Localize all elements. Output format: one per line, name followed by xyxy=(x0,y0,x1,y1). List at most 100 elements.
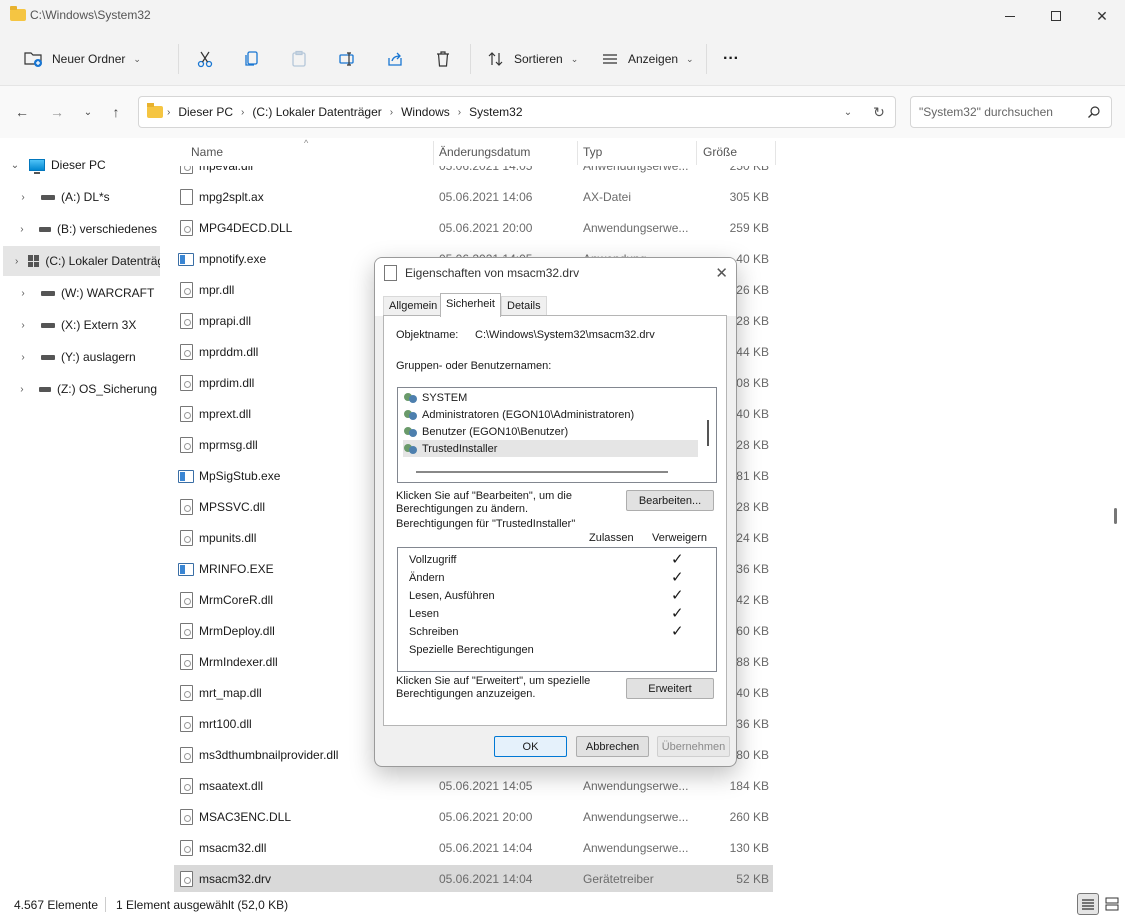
permission-row: Schreiben ✓ xyxy=(409,623,699,641)
nav-item-drive-b[interactable]: › (B:) verschiedenes xyxy=(0,214,157,244)
column-divider[interactable] xyxy=(577,141,578,165)
file-row[interactable]: mpg2splt.ax 05.06.2021 14:06 AX-Datei 305 K… xyxy=(174,183,773,211)
column-divider[interactable] xyxy=(775,141,776,165)
nav-item-drive-x[interactable]: › (X:) Extern 3X xyxy=(0,310,157,340)
view-label: Anzeigen xyxy=(628,52,679,66)
search-input[interactable]: "System32" durchsuchen xyxy=(910,96,1112,128)
minimize-button[interactable] xyxy=(987,0,1033,32)
column-divider[interactable] xyxy=(433,141,434,165)
group-item[interactable]: Administratoren (EGON10\Administratoren) xyxy=(403,406,698,423)
file-name: mprapi.dll xyxy=(199,314,252,328)
chevron-right-icon[interactable]: › xyxy=(15,352,31,363)
file-size: 40 KB xyxy=(736,252,769,266)
listbox-horizontal-scrollbar[interactable] xyxy=(416,471,668,473)
rename-button[interactable] xyxy=(332,44,362,74)
file-type: Anwendungserwe... xyxy=(583,810,689,824)
file-row[interactable]: msacm32.dll 05.06.2021 14:04 Anwendungserw… xyxy=(174,834,773,862)
recent-locations-button[interactable]: ⌄ xyxy=(76,100,100,124)
edit-button[interactable]: Bearbeiten... xyxy=(626,490,714,511)
edit-hint-line-1: Klicken Sie auf "Bearbeiten", um die xyxy=(396,490,572,502)
cut-button[interactable] xyxy=(190,44,220,74)
details-view-button[interactable] xyxy=(1077,893,1099,915)
file-date: 05.06.2021 14:06 xyxy=(439,190,533,204)
chevron-right-icon[interactable]: › xyxy=(15,192,31,203)
delete-button[interactable] xyxy=(428,44,458,74)
address-bar[interactable]: › Dieser PC › (C:) Lokaler Datenträger ›… xyxy=(138,96,896,128)
breadcrumb-system32[interactable]: System32 xyxy=(469,105,522,119)
cancel-button[interactable]: Abbrechen xyxy=(576,736,649,757)
file-row[interactable]: MSAC3ENC.DLL 05.06.2021 20:00 Anwendungser… xyxy=(174,803,773,831)
chevron-right-icon[interactable]: › xyxy=(15,256,18,267)
back-button[interactable]: ← xyxy=(10,100,34,124)
group-label: Administratoren (EGON10\Administratoren) xyxy=(422,408,635,421)
nav-item-drive-z[interactable]: › (Z:) OS_Sicherung xyxy=(0,374,157,404)
file-icon xyxy=(180,747,193,763)
breadcrumb-drive-c[interactable]: (C:) Lokaler Datenträger xyxy=(252,105,381,119)
nav-item-label: (C:) Lokaler Datenträger xyxy=(45,254,160,268)
file-row[interactable]: msacm32.drv 05.06.2021 14:04 Gerätetreiber… xyxy=(174,865,773,892)
column-header-date[interactable]: Änderungsdatum xyxy=(439,145,530,159)
nav-item-drive-w[interactable]: › (W:) WARCRAFT xyxy=(0,278,157,308)
arrow-right-icon: → xyxy=(50,104,64,120)
copy-button[interactable] xyxy=(237,44,267,74)
file-row[interactable]: msaatext.dll 05.06.2021 14:05 Anwendungser… xyxy=(174,772,773,800)
scrollbar-thumb[interactable] xyxy=(1114,508,1117,524)
apply-button[interactable]: Übernehmen xyxy=(657,736,730,757)
listbox-vertical-scrollbar[interactable] xyxy=(707,420,709,446)
group-item[interactable]: Benutzer (EGON10\Benutzer) xyxy=(403,423,698,440)
chevron-right-icon[interactable]: › xyxy=(15,224,29,235)
address-history-chevron-icon[interactable]: ⌄ xyxy=(833,107,863,118)
advanced-button[interactable]: Erweitert xyxy=(626,678,714,699)
column-header-size[interactable]: Größe xyxy=(703,145,737,159)
column-header-name[interactable]: Name xyxy=(191,145,223,159)
share-button[interactable] xyxy=(380,44,410,74)
close-icon[interactable]: ✕ xyxy=(715,264,728,282)
more-options-button[interactable]: ··· xyxy=(716,44,746,74)
file-icon xyxy=(180,499,193,515)
nav-item-this-pc[interactable]: ⌄ Dieser PC xyxy=(0,150,157,180)
file-icon xyxy=(180,716,193,732)
file-date: 05.06.2021 20:00 xyxy=(439,810,533,824)
file-icon xyxy=(180,654,193,670)
refresh-icon[interactable]: ↻ xyxy=(863,104,895,121)
users-icon xyxy=(403,425,419,439)
file-name: msacm32.drv xyxy=(199,872,272,886)
tiles-view-button[interactable] xyxy=(1101,893,1123,915)
forward-button[interactable]: → xyxy=(45,100,69,124)
nav-item-drive-a[interactable]: › (A:) DL*s xyxy=(0,182,157,212)
groups-listbox[interactable]: SYSTEM Administratoren (EGON10\Administr… xyxy=(397,387,717,483)
application-icon xyxy=(178,253,194,266)
column-header-type[interactable]: Typ xyxy=(583,145,602,159)
deny-check-icon: ✓ xyxy=(671,605,684,622)
nav-item-drive-y[interactable]: › (Y:) auslagern xyxy=(0,342,157,372)
file-size: 184 KB xyxy=(729,779,769,793)
new-folder-icon xyxy=(24,49,44,69)
chevron-right-icon[interactable]: › xyxy=(15,384,29,395)
group-item-selected[interactable]: TrustedInstaller xyxy=(403,440,698,457)
chevron-right-icon[interactable]: › xyxy=(15,320,31,331)
sort-button[interactable]: Sortieren ⌄ xyxy=(486,44,578,74)
window-title: C:\Windows\System32 xyxy=(30,8,151,22)
ok-button[interactable]: OK xyxy=(494,736,567,757)
breadcrumb-windows[interactable]: Windows xyxy=(401,105,450,119)
breadcrumb-dieser-pc[interactable]: Dieser PC xyxy=(178,105,233,119)
tab-security[interactable]: Sicherheit xyxy=(440,293,501,317)
group-label: Benutzer (EGON10\Benutzer) xyxy=(422,425,569,438)
close-button[interactable]: ✕ xyxy=(1079,0,1125,32)
chevron-right-icon[interactable]: › xyxy=(15,288,31,299)
up-button[interactable]: ↑ xyxy=(104,100,128,124)
new-folder-button[interactable]: Neuer Ordner ⌄ xyxy=(24,44,141,74)
column-divider[interactable] xyxy=(696,141,697,165)
view-button[interactable]: Anzeigen ⌄ xyxy=(600,44,694,74)
file-row[interactable]: MPG4DECD.DLL 05.06.2021 20:00 Anwendungser… xyxy=(174,214,773,242)
maximize-button[interactable] xyxy=(1033,0,1079,32)
chevron-down-icon[interactable]: ⌄ xyxy=(7,160,23,171)
paste-button[interactable] xyxy=(284,44,314,74)
tab-details[interactable]: Details xyxy=(501,296,547,316)
nav-item-label: (Z:) OS_Sicherung xyxy=(56,382,157,396)
group-item[interactable]: SYSTEM xyxy=(403,389,698,406)
toolbar-separator xyxy=(470,44,471,74)
file-icon xyxy=(180,778,193,794)
nav-item-drive-c[interactable]: › (C:) Lokaler Datenträger xyxy=(3,246,160,276)
tab-general[interactable]: Allgemein xyxy=(383,296,444,316)
